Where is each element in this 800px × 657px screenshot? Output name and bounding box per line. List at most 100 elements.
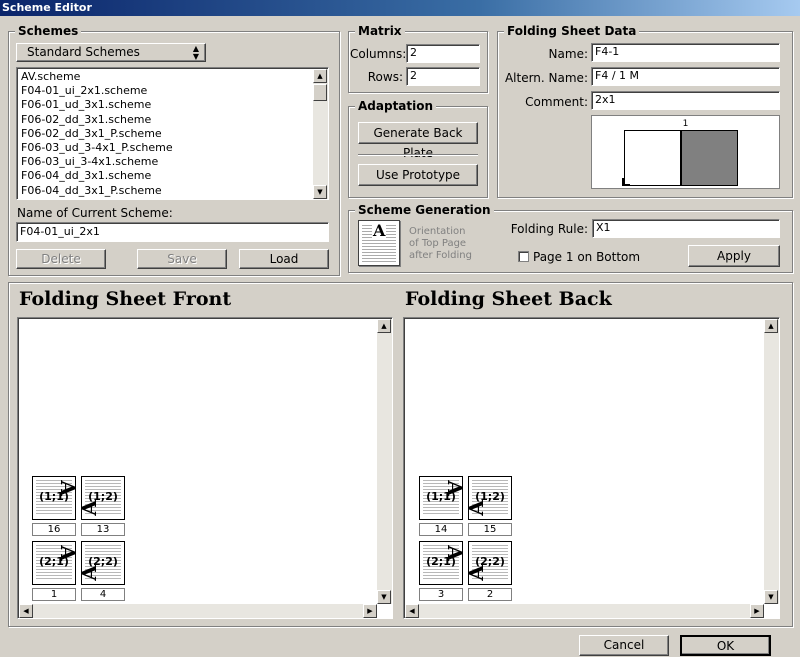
page-number: 2 bbox=[468, 588, 512, 601]
folding-sheet-data-title: Folding Sheet Data bbox=[504, 24, 640, 38]
sheet-preview: 1 bbox=[591, 115, 780, 189]
page-coord: (2;2) bbox=[475, 555, 505, 568]
front-panel[interactable]: ▲ ▼ ◀ ▶ A(1;1) 16 A(1;2) 13 A(2;1) 1 A(2;2) 4 bbox=[17, 317, 393, 619]
front-hscroll[interactable]: ◀ ▶ bbox=[19, 604, 377, 618]
scheme-list-item[interactable]: F06-03_ui_3-4x1.scheme bbox=[18, 155, 312, 169]
rows-field[interactable]: 2 bbox=[406, 67, 480, 86]
current-scheme-label: Name of Current Scheme: bbox=[17, 206, 173, 220]
scroll-up-icon[interactable]: ▲ bbox=[764, 319, 778, 333]
page-icon: A(2;1) bbox=[32, 541, 76, 585]
comment-label: Comment: bbox=[525, 95, 588, 109]
scheme-list-item[interactable]: F06-02_dd_3x1_P.scheme bbox=[18, 127, 312, 141]
altern-name-label: Altern. Name: bbox=[504, 71, 588, 85]
scheme-set-dropdown[interactable]: Standard Schemes ▲ ▼ bbox=[16, 43, 206, 62]
scheme-list-item[interactable]: F04-01_ui_2x1.scheme bbox=[18, 84, 312, 98]
folding-rule-label: Folding Rule: bbox=[510, 222, 588, 236]
scheme-list-scrollbar[interactable]: ▲ ▼ bbox=[313, 69, 328, 199]
page-icon: A(2;2) bbox=[81, 541, 125, 585]
generate-back-plate-button[interactable]: Generate Back Plate bbox=[358, 122, 478, 160]
adaptation-title: Adaptation bbox=[355, 99, 437, 113]
use-prototype-button[interactable]: Use Prototype bbox=[358, 164, 478, 186]
window-title: Scheme Editor bbox=[0, 0, 800, 16]
updown-arrows-icon: ▲ ▼ bbox=[192, 44, 199, 61]
current-scheme-field[interactable]: F04-01_ui_2x1 bbox=[16, 222, 329, 242]
scroll-right-icon[interactable]: ▶ bbox=[363, 604, 377, 618]
scheme-list-item[interactable]: F06-02_dd_3x1.scheme bbox=[18, 113, 312, 127]
delete-button[interactable]: Delete bbox=[16, 249, 106, 269]
scheme-list-item[interactable]: F06-01_ud_3x1.scheme bbox=[18, 98, 312, 112]
back-vscroll[interactable]: ▲ ▼ bbox=[764, 319, 779, 604]
orientation-a-icon: A bbox=[372, 221, 387, 240]
scroll-left-icon[interactable]: ◀ bbox=[19, 604, 33, 618]
front-title: Folding Sheet Front bbox=[19, 288, 232, 310]
page-coord: (1;2) bbox=[88, 490, 118, 503]
scheme-list-item[interactable]: F06-04_dd_3x1.scheme bbox=[18, 169, 312, 183]
page-tile[interactable]: A(2;1) 1 bbox=[32, 541, 76, 603]
scheme-items: AV.scheme F04-01_ui_2x1.scheme F06-01_ud_3… bbox=[18, 70, 312, 198]
scroll-down-icon[interactable]: ▼ bbox=[764, 590, 778, 604]
page-coord: (2;1) bbox=[426, 555, 456, 568]
ok-button[interactable]: OK bbox=[680, 635, 771, 656]
page-tile[interactable]: A(1;2) 15 bbox=[468, 476, 512, 538]
folding-rule-field[interactable]: X1 bbox=[592, 219, 780, 238]
scroll-up-icon[interactable]: ▲ bbox=[313, 69, 327, 83]
orientation-line-2: of Top Page bbox=[409, 238, 467, 249]
page-icon: A(1;1) bbox=[419, 476, 463, 520]
fold-mark-icon bbox=[622, 178, 630, 186]
save-button[interactable]: Save bbox=[137, 249, 227, 269]
altern-name-field[interactable]: F4 / 1 M bbox=[591, 67, 780, 86]
columns-label: Columns: bbox=[350, 47, 407, 61]
orientation-page-icon[interactable]: A bbox=[358, 220, 400, 266]
scroll-down-icon[interactable]: ▼ bbox=[377, 590, 391, 604]
scroll-thumb[interactable] bbox=[313, 84, 327, 101]
comment-field[interactable]: 2x1 bbox=[591, 91, 780, 110]
front-vscroll[interactable]: ▲ ▼ bbox=[377, 319, 392, 604]
schemes-title: Schemes bbox=[15, 24, 82, 38]
page-coord: (1;2) bbox=[475, 490, 505, 503]
scheme-list[interactable]: AV.scheme F04-01_ui_2x1.scheme F06-01_ud_3… bbox=[16, 67, 329, 200]
page-tile[interactable]: A(2;2) 2 bbox=[468, 541, 512, 603]
back-title: Folding Sheet Back bbox=[405, 288, 612, 310]
scheme-list-item[interactable]: F06-03_ud_3-4x1_P.scheme bbox=[18, 141, 312, 155]
name-field[interactable]: F4-1 bbox=[591, 43, 780, 62]
page-number: 16 bbox=[32, 523, 76, 536]
scheme-set-value: Standard Schemes bbox=[27, 45, 140, 59]
page-tile[interactable]: A(2;2) 4 bbox=[81, 541, 125, 603]
page1-bottom-label: Page 1 on Bottom bbox=[533, 250, 641, 264]
page-tile[interactable]: A(2;1) 3 bbox=[419, 541, 463, 603]
columns-field[interactable]: 2 bbox=[406, 44, 480, 63]
page-number: 1 bbox=[32, 588, 76, 601]
page-number: 3 bbox=[419, 588, 463, 601]
orientation-line-3: after Folding bbox=[409, 250, 472, 261]
name-label: Name: bbox=[548, 47, 588, 61]
rows-label: Rows: bbox=[367, 70, 403, 84]
sheet-preview-right-page bbox=[681, 130, 738, 186]
page-tile[interactable]: A(1;1) 14 bbox=[419, 476, 463, 538]
back-panel[interactable]: ▲ ▼ ◀ ▶ A(1;1) 14 A(1;2) 15 A(2;1) 3 A(2;2) 2 bbox=[403, 317, 780, 619]
page-number: 14 bbox=[419, 523, 463, 536]
back-hscroll[interactable]: ◀ ▶ bbox=[405, 604, 764, 618]
apply-button[interactable]: Apply bbox=[688, 245, 780, 267]
scroll-down-icon[interactable]: ▼ bbox=[313, 185, 327, 199]
page-icon: A(2;1) bbox=[419, 541, 463, 585]
adaptation-divider bbox=[358, 154, 478, 156]
page-icon: A(1;2) bbox=[81, 476, 125, 520]
orientation-caption: Orientation of Top Page after Folding bbox=[409, 226, 472, 262]
page-number: 4 bbox=[81, 588, 125, 601]
page-tile[interactable]: A(1;1) 16 bbox=[32, 476, 76, 538]
scheme-list-item[interactable]: F06-04_dd_3x1_P.scheme bbox=[18, 184, 312, 198]
sheet-preview-number: 1 bbox=[682, 119, 689, 129]
orientation-line-1: Orientation bbox=[409, 226, 466, 237]
cancel-button[interactable]: Cancel bbox=[579, 635, 669, 656]
page-coord: (2;1) bbox=[39, 555, 69, 568]
page-tile[interactable]: A(1;2) 13 bbox=[81, 476, 125, 538]
load-button[interactable]: Load bbox=[239, 249, 329, 269]
matrix-title: Matrix bbox=[355, 24, 405, 38]
page-icon: A(1;1) bbox=[32, 476, 76, 520]
scheme-generation-title: Scheme Generation bbox=[355, 203, 494, 217]
scroll-up-icon[interactable]: ▲ bbox=[377, 319, 391, 333]
scroll-right-icon[interactable]: ▶ bbox=[750, 604, 764, 618]
page1-bottom-checkbox[interactable] bbox=[518, 251, 529, 262]
scheme-list-item[interactable]: AV.scheme bbox=[18, 70, 312, 84]
scroll-left-icon[interactable]: ◀ bbox=[405, 604, 419, 618]
